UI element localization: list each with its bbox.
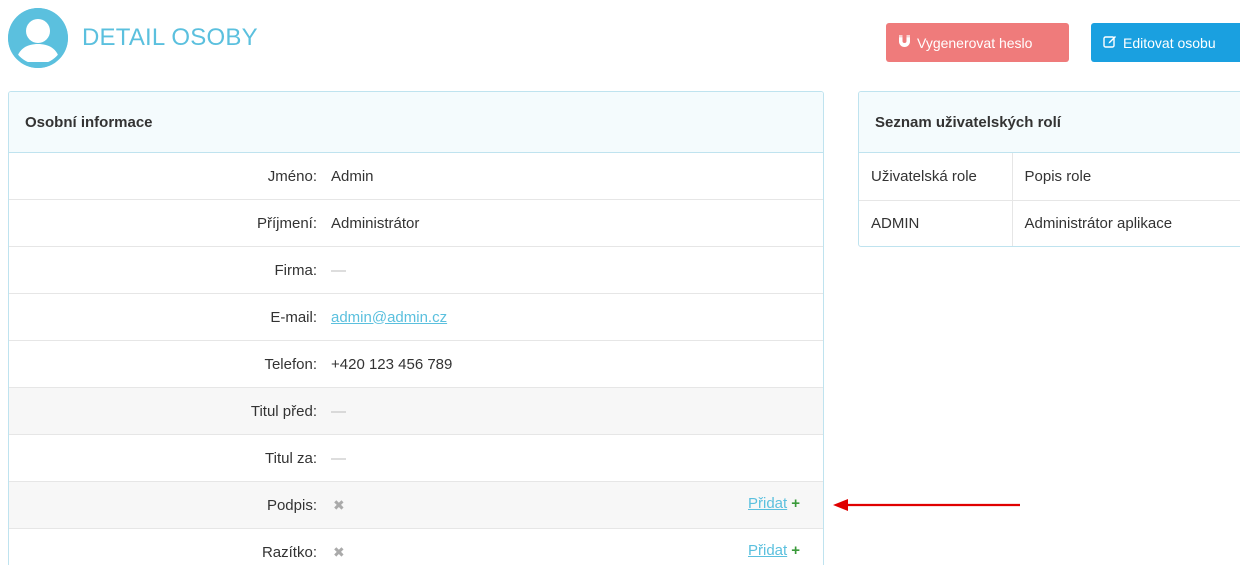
info-row-stamp: Razítko: ✖ Přidat + — [9, 529, 823, 565]
plus-icon: + — [791, 495, 800, 512]
x-mark-icon: ✖ — [333, 496, 345, 513]
roles-panel: Seznam uživatelských rolí Uživatelská ro… — [858, 91, 1240, 247]
column-header: Uživatelská role — [859, 153, 1012, 201]
roles-table: Uživatelská role Popis role ADMIN Admini… — [859, 153, 1240, 246]
role-name-cell: ADMIN — [871, 214, 920, 232]
page-header: DETAIL OSOBY — [8, 8, 258, 68]
info-label: E-mail: — [270, 308, 317, 326]
info-value: Administrátor — [331, 214, 420, 232]
personal-info-heading: Osobní informace — [9, 92, 823, 153]
info-value: +420 123 456 789 — [331, 355, 453, 373]
info-row-last-name: Příjmení: Administrátor — [9, 200, 823, 247]
page-title: DETAIL OSOBY — [82, 24, 258, 51]
info-label: Telefon: — [264, 355, 317, 373]
red-arrow-icon — [833, 499, 1020, 511]
edit-icon — [1103, 34, 1117, 51]
user-avatar-icon — [8, 8, 68, 68]
column-header: Popis role — [1011, 153, 1240, 201]
info-row-email: E-mail: admin@admin.cz — [9, 294, 823, 341]
generate-password-button[interactable]: Vygenerovat heslo — [886, 23, 1069, 62]
info-row-company: Firma: — — [9, 247, 823, 294]
generate-password-label: Vygenerovat heslo — [917, 34, 1033, 51]
info-value: Admin — [331, 167, 374, 185]
info-label: Titul za: — [265, 449, 317, 467]
info-row-title-after: Titul za: — — [9, 435, 823, 482]
edit-person-label: Editovat osobu — [1123, 34, 1216, 51]
roles-header-row: Uživatelská role Popis role — [859, 153, 1240, 201]
info-label: Titul před: — [250, 402, 317, 420]
info-row-title-before: Titul před: — — [9, 388, 823, 435]
email-link[interactable]: admin@admin.cz — [331, 309, 447, 326]
info-value-empty: — — [331, 261, 346, 279]
info-row-first-name: Jméno: Admin — [9, 153, 823, 200]
table-row: ADMIN Administrátor aplikace — [859, 200, 1240, 246]
add-link-label[interactable]: Přidat — [748, 542, 787, 559]
roles-heading: Seznam uživatelských rolí — [859, 92, 1240, 153]
info-label: Jméno: — [267, 167, 317, 185]
personal-info-panel: Osobní informace Jméno: Admin Příjmení: … — [8, 91, 824, 565]
info-label: Podpis: — [266, 496, 317, 514]
info-label: Razítko: — [261, 543, 317, 561]
edit-person-button[interactable]: Editovat osobu — [1091, 23, 1240, 62]
info-row-signature: Podpis: ✖ Přidat + — [9, 482, 823, 529]
x-mark-icon: ✖ — [333, 543, 345, 560]
magnet-icon — [898, 34, 911, 51]
role-description-cell: Administrátor aplikace — [1011, 200, 1240, 246]
add-link-label[interactable]: Přidat — [748, 495, 787, 512]
info-value-empty: — — [331, 402, 346, 420]
info-row-phone: Telefon: +420 123 456 789 — [9, 341, 823, 388]
add-stamp-link[interactable]: Přidat + — [748, 542, 800, 559]
info-value-empty: — — [331, 449, 346, 467]
plus-icon: + — [791, 542, 800, 559]
info-label: Příjmení: — [256, 214, 317, 232]
add-signature-link[interactable]: Přidat + — [748, 495, 800, 512]
info-label: Firma: — [274, 261, 318, 279]
